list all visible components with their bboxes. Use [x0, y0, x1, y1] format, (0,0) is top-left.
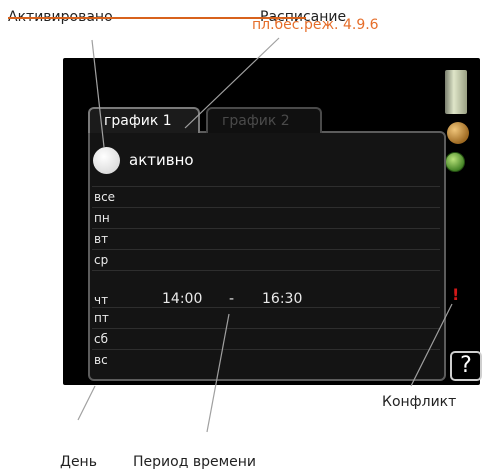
- leader-line-time-period: [206, 313, 230, 433]
- leader-line-schedule: [184, 37, 280, 129]
- leader-line-conflict: [410, 303, 453, 387]
- callout-leader-lines: [77, 37, 453, 433]
- leader-line-activated: [91, 39, 105, 148]
- leader-line-day: [77, 385, 96, 421]
